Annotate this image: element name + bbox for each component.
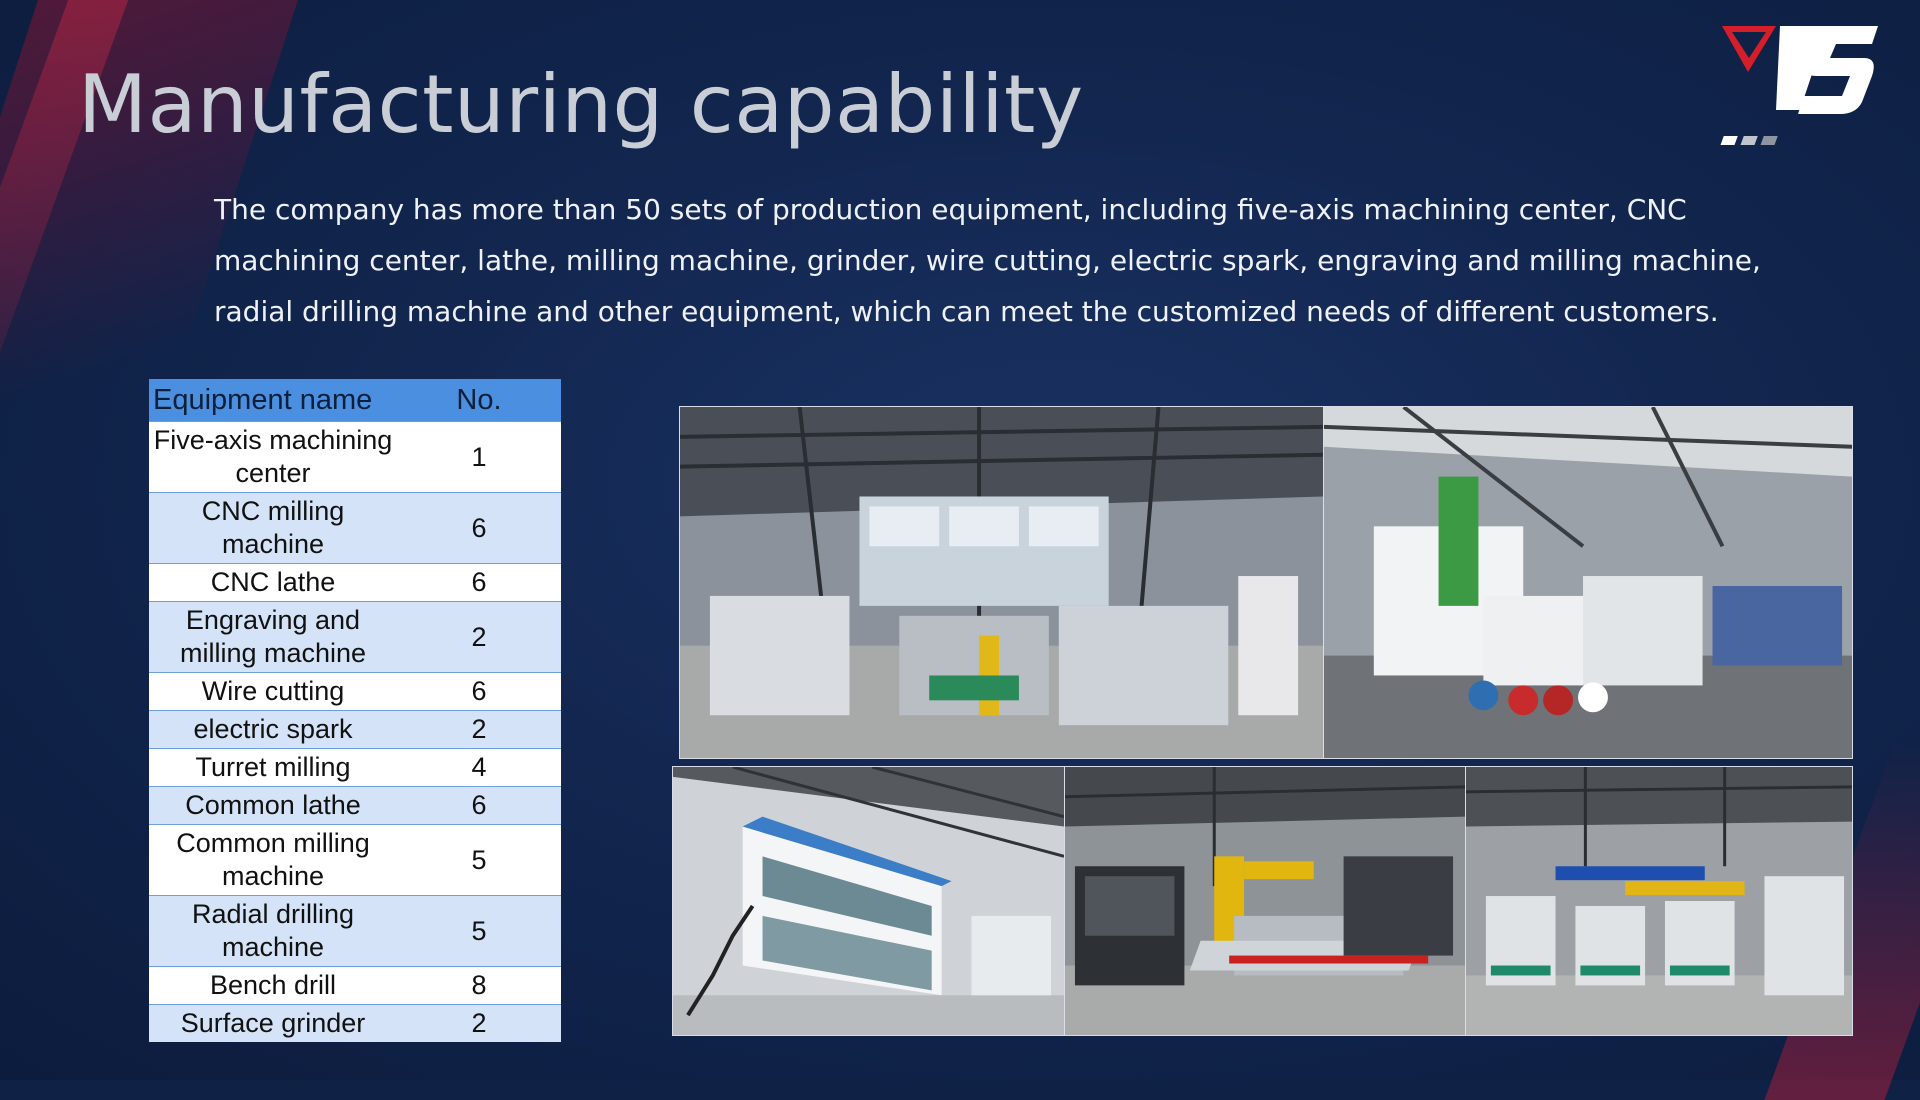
table-row: CNC lathe 6 <box>149 563 561 602</box>
company-logo <box>1718 20 1882 150</box>
factory-floor-photo <box>679 406 1324 759</box>
table-row: electric spark 2 <box>149 710 561 749</box>
equipment-name: electric spark <box>149 710 397 749</box>
equipment-count: 4 <box>397 748 561 787</box>
table-row: Common milling machine 5 <box>149 824 561 896</box>
assembly-line-photo <box>1465 766 1853 1036</box>
equipment-count: 5 <box>397 824 561 896</box>
equipment-name: Radial drilling machine <box>149 895 397 967</box>
equipment-name: Engraving and milling machine <box>149 601 397 673</box>
table-row: Common lathe 6 <box>149 786 561 825</box>
machining-center-photo <box>1323 406 1853 759</box>
equipment-name: Five-axis machining center <box>149 421 397 493</box>
table-row: Engraving and milling machine 2 <box>149 601 561 673</box>
table-row: Radial drilling machine 5 <box>149 895 561 967</box>
equipment-name: Common milling machine <box>149 824 397 896</box>
equipment-count: 8 <box>397 966 561 1005</box>
table-row: Bench drill 8 <box>149 966 561 1005</box>
equipment-name: Common lathe <box>149 786 397 825</box>
table-row: CNC milling machine 6 <box>149 492 561 564</box>
equipment-name: Surface grinder <box>149 1004 397 1042</box>
equipment-count: 6 <box>397 563 561 602</box>
equipment-count: 5 <box>397 895 561 967</box>
equipment-name: CNC lathe <box>149 563 397 602</box>
table-row: Turret milling 4 <box>149 748 561 787</box>
equipment-name: CNC milling machine <box>149 492 397 564</box>
table-row: Surface grinder 2 <box>149 1004 561 1042</box>
equipment-count: 2 <box>397 601 561 673</box>
table-header-row: Equipment name No. <box>149 379 561 422</box>
intro-paragraph: The company has more than 50 sets of pro… <box>214 193 1761 328</box>
equipment-table: Equipment name No. Five-axis machining c… <box>149 379 561 1042</box>
equipment-count: 6 <box>397 786 561 825</box>
equipment-name: Turret milling <box>149 748 397 787</box>
table-row: Wire cutting 6 <box>149 672 561 711</box>
equipment-count: 6 <box>397 672 561 711</box>
office-building-photo <box>672 766 1065 1036</box>
equipment-name: Bench drill <box>149 966 397 1005</box>
equipment-count: 6 <box>397 492 561 564</box>
column-header-equipment: Equipment name <box>149 379 397 422</box>
column-header-no: No. <box>397 379 561 422</box>
robot-cell-photo <box>1064 766 1466 1036</box>
equipment-name: Wire cutting <box>149 672 397 711</box>
equipment-count: 1 <box>397 421 561 493</box>
equipment-count: 2 <box>397 710 561 749</box>
equipment-count: 2 <box>397 1004 561 1042</box>
page-title: Manufacturing capability <box>78 58 1084 151</box>
table-row: Five-axis machining center 1 <box>149 421 561 493</box>
